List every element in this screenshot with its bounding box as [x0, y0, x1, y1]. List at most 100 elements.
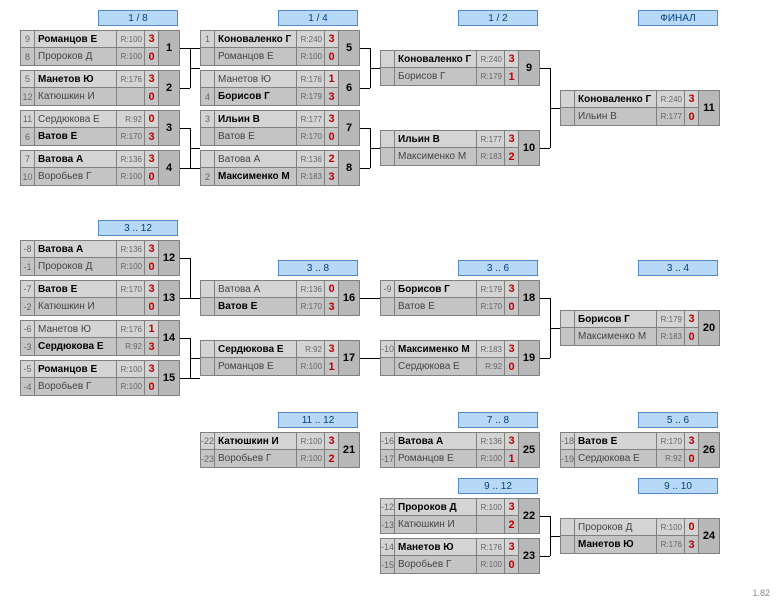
player-rating: R:92 [297, 341, 325, 358]
seed-number [201, 71, 215, 88]
match-number: 22 [519, 499, 539, 533]
match-cell[interactable]: -8Ватова АR:1363-1Пророков ДR:100012 [20, 240, 180, 276]
player-rating: R:179 [477, 281, 505, 298]
match-cell[interactable]: -5Романцов ЕR:1003-4Воробьев ГR:100015 [20, 360, 180, 396]
connector-line [360, 128, 370, 129]
match-number: 16 [339, 281, 359, 315]
player-score: 0 [325, 281, 339, 298]
seed-number: 1 [201, 31, 215, 48]
match-cell[interactable]: -7Ватов ЕR:1703-2Катюшкин И013 [20, 280, 180, 316]
seed-number: 11 [21, 111, 35, 128]
player-name: Ватов Е [35, 281, 117, 298]
match-cell[interactable]: -22Катюшкин ИR:1003-23Воробьев ГR:100221 [200, 432, 360, 468]
match-cell[interactable]: Коноваленко ГR:2403Ильин ВR:177011 [560, 90, 720, 126]
player-name: Сердюкова Е [575, 450, 657, 467]
player-rating: R:179 [657, 311, 685, 328]
player-rating: R:136 [477, 433, 505, 450]
connector-line [190, 358, 200, 359]
connector-line [190, 258, 191, 298]
match-cell[interactable]: -16Ватова АR:1363-17Романцов ЕR:100125 [380, 432, 540, 468]
player-score: 0 [505, 556, 519, 573]
seed-number: -9 [381, 281, 395, 298]
player-score: 3 [505, 281, 519, 298]
connector-line [360, 298, 380, 299]
player-rating: R:240 [657, 91, 685, 108]
player-name: Борисов Г [395, 68, 477, 85]
seed-number: -12 [381, 499, 395, 516]
match-cell[interactable]: Ватова АR:13622Максименко МR:18338 [200, 150, 360, 186]
player-name: Манетов Ю [215, 71, 297, 88]
seed-number [381, 68, 395, 85]
bracket-canvas: 1.82 1 / 81 / 41 / 2ФИНАЛ3 .. 123 .. 83 … [0, 0, 776, 600]
player-score: 3 [505, 539, 519, 556]
match-cell[interactable]: 11Сердюкова ЕR:9206Ватов ЕR:17033 [20, 110, 180, 146]
connector-line [180, 168, 200, 169]
player-score: 0 [325, 128, 339, 145]
match-cell[interactable]: -18Ватов ЕR:1703-19Сердюкова ЕR:92026 [560, 432, 720, 468]
player-rating: R:177 [657, 108, 685, 125]
connector-line [370, 68, 380, 69]
player-score: 0 [145, 298, 159, 315]
player-score: 0 [145, 48, 159, 65]
match-cell[interactable]: Манетов ЮR:17614Борисов ГR:17936 [200, 70, 360, 106]
match-number: 10 [519, 131, 539, 165]
match-number: 11 [699, 91, 719, 125]
player-score: 3 [685, 311, 699, 328]
player-name: Борисов Г [575, 311, 657, 328]
player-name: Манетов Ю [395, 539, 477, 556]
player-score: 0 [685, 450, 699, 467]
player-name: Коноваленко Г [215, 31, 297, 48]
player-name: Романцов Е [215, 358, 297, 375]
player-rating: R:177 [297, 111, 325, 128]
match-number: 6 [339, 71, 359, 105]
match-cell[interactable]: 5Манетов ЮR:176312Катюшкин И02 [20, 70, 180, 106]
seed-number: -19 [561, 450, 575, 467]
connector-line [540, 358, 550, 359]
match-cell[interactable]: -14Манетов ЮR:1763-15Воробьев ГR:100023 [380, 538, 540, 574]
round-header: 3 .. 8 [278, 260, 358, 276]
match-cell[interactable]: Ильин ВR:1773Максименко МR:183210 [380, 130, 540, 166]
match-cell[interactable]: -6Манетов ЮR:1761-3Сердюкова ЕR:92314 [20, 320, 180, 356]
player-name: Ватова А [35, 151, 117, 168]
connector-line [180, 88, 190, 89]
seed-number [381, 148, 395, 165]
player-name: Катюшкин И [395, 516, 477, 533]
seed-number: -4 [21, 378, 35, 395]
player-rating: R:179 [297, 88, 325, 105]
round-header: 7 .. 8 [458, 412, 538, 428]
match-cell[interactable]: 9Романцов ЕR:10038Пророков ДR:10001 [20, 30, 180, 66]
match-cell[interactable]: Коноваленко ГR:2403Борисов ГR:17919 [380, 50, 540, 86]
player-name: Максименко М [395, 341, 477, 358]
player-name: Максименко М [395, 148, 477, 165]
match-cell[interactable]: Борисов ГR:1793Максименко МR:183020 [560, 310, 720, 346]
player-rating: R:170 [657, 433, 685, 450]
player-score: 0 [145, 111, 159, 128]
player-rating: R:100 [477, 556, 505, 573]
match-cell[interactable]: -10Максименко МR:1833Сердюкова ЕR:92019 [380, 340, 540, 376]
match-cell[interactable]: Ватова АR:1360Ватов ЕR:170316 [200, 280, 360, 316]
player-rating: R:183 [477, 341, 505, 358]
player-rating: R:92 [477, 358, 505, 375]
connector-line [360, 88, 370, 89]
seed-number [561, 536, 575, 553]
match-cell[interactable]: -12Пророков ДR:1003-13Катюшкин И222 [380, 498, 540, 534]
seed-number: 10 [21, 168, 35, 185]
match-number: 19 [519, 341, 539, 375]
player-name: Катюшкин И [35, 88, 117, 105]
match-cell[interactable]: -9Борисов ГR:1793Ватов ЕR:170018 [380, 280, 540, 316]
seed-number: 4 [201, 88, 215, 105]
match-cell[interactable]: Пророков ДR:1000Манетов ЮR:176324 [560, 518, 720, 554]
match-cell[interactable]: 1Коноваленко ГR:2403Романцов ЕR:10005 [200, 30, 360, 66]
round-header: 11 .. 12 [278, 412, 358, 428]
player-rating: R:179 [477, 68, 505, 85]
player-rating: R:100 [117, 361, 145, 378]
seed-number: 12 [21, 88, 35, 105]
match-cell[interactable]: 3Ильин ВR:1773Ватов ЕR:17007 [200, 110, 360, 146]
connector-line [550, 536, 560, 537]
player-name: Сердюкова Е [395, 358, 477, 375]
match-cell[interactable]: 7Ватова АR:136310Воробьев ГR:10004 [20, 150, 180, 186]
round-header: 9 .. 10 [638, 478, 718, 494]
match-cell[interactable]: Сердюкова ЕR:923Романцов ЕR:100117 [200, 340, 360, 376]
round-header: 1 / 2 [458, 10, 538, 26]
player-name: Пророков Д [35, 258, 117, 275]
